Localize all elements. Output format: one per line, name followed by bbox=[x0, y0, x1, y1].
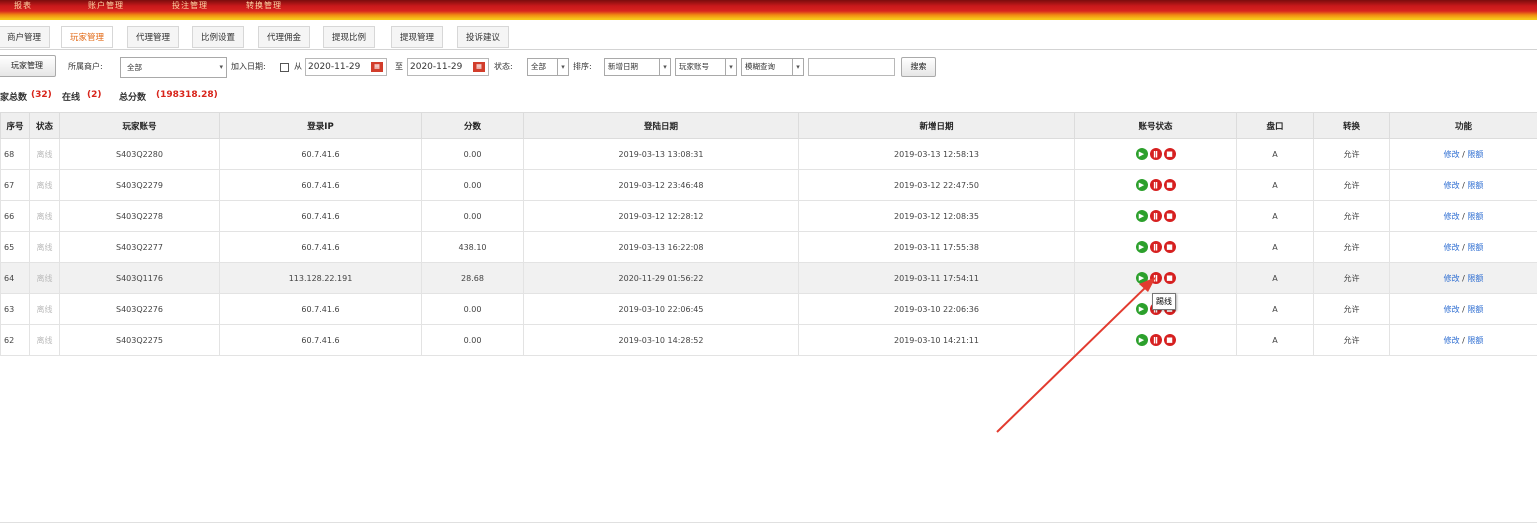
arrow-line bbox=[996, 284, 1149, 433]
arrow-head bbox=[1139, 277, 1156, 292]
annotation-arrow bbox=[996, 277, 1156, 433]
bottom-divider bbox=[0, 522, 1537, 523]
